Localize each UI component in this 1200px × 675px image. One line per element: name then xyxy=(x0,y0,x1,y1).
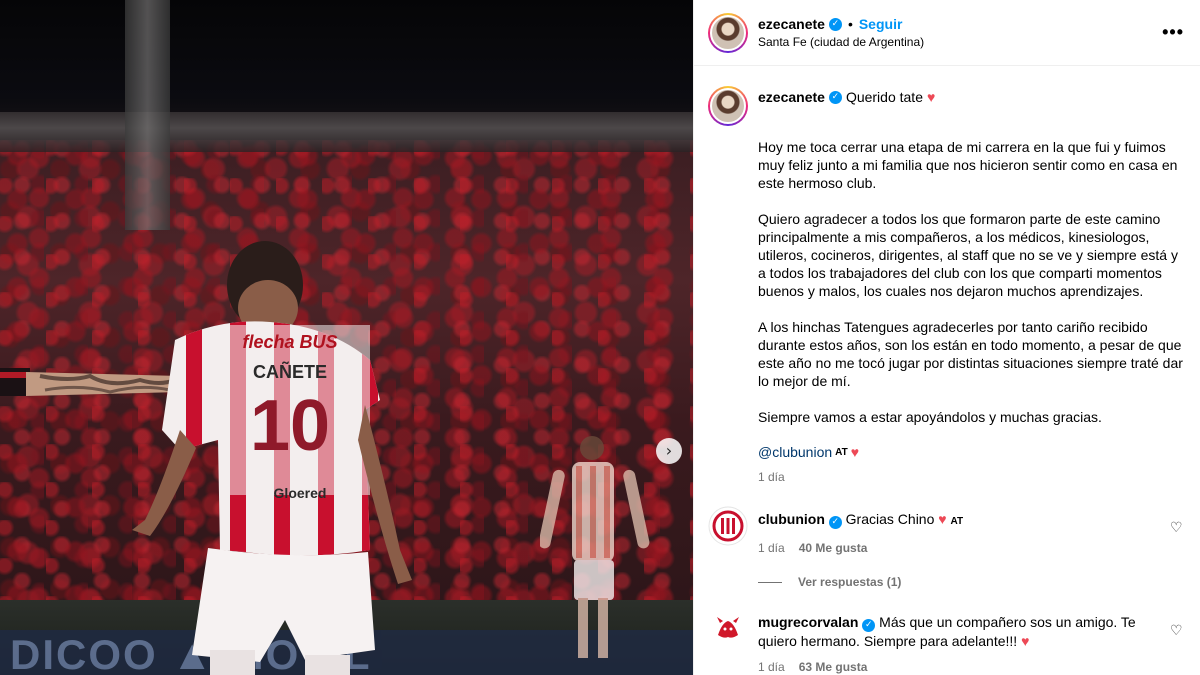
comment-likes[interactable]: 63 Me gusta xyxy=(799,660,868,674)
instagram-post-modal: DICOO ▲ MOVIL flecha BUS CAÑETE 10 Gloer… xyxy=(0,0,1200,675)
heart-emoji-icon: ♥ xyxy=(927,89,936,105)
comment-meta: 1 día 63 Me gusta xyxy=(758,660,1170,674)
jersey-number-text: 10 xyxy=(250,386,330,466)
author-avatar-image xyxy=(710,14,746,51)
heart-emoji-icon: ♥ xyxy=(1021,632,1030,649)
carousel-next-button[interactable]: › xyxy=(656,438,682,464)
comment-body: clubunion ✓ Gracias Chino ♥ AT 1 día 40 … xyxy=(758,506,1170,555)
verified-badge-icon: ✓ xyxy=(828,90,842,104)
caption-username[interactable]: ezecanete xyxy=(758,89,825,105)
like-heart-icon[interactable]: ♡ xyxy=(1170,520,1184,555)
caption-paragraph-3: A los hinchas Tatengues agradecerles por… xyxy=(758,319,1183,389)
commenter-username[interactable]: clubunion xyxy=(758,511,825,527)
verified-badge-icon: ✓ xyxy=(828,17,842,31)
author-row: ezecanete ✓ • Seguir xyxy=(758,16,1162,32)
like-heart-icon[interactable]: ♡ xyxy=(1170,623,1184,674)
comment-item: mugrecorvalan ✓ Más que un compañero sos… xyxy=(708,609,1184,674)
post-comments-area: ezecanete ✓ Querido tate ♥ Hoy me toca c… xyxy=(694,66,1200,674)
caption-paragraph-2: Quiero agradecer a todos los que formaro… xyxy=(758,211,1178,299)
post-details-panel: ezecanete ✓ • Seguir Santa Fe (ciudad de… xyxy=(693,0,1200,675)
replies-divider-line xyxy=(758,581,782,583)
caption-paragraph-4: Siempre vamos a estar apoyándolos y much… xyxy=(758,409,1102,425)
post-location[interactable]: Santa Fe (ciudad de Argentina) xyxy=(758,35,1162,49)
photo-background-player xyxy=(540,436,650,658)
author-username[interactable]: ezecanete xyxy=(758,16,825,32)
comment-text: Gracias Chino xyxy=(845,511,935,527)
commenter-avatar[interactable] xyxy=(708,506,748,546)
caption-head-row: ezecanete ✓ Querido tate ♥ xyxy=(758,89,1184,105)
caption-intro: Querido tate xyxy=(845,89,923,105)
comment-text-row: clubunion ✓ Gracias Chino ♥ AT xyxy=(758,510,1170,531)
post-header: ezecanete ✓ • Seguir Santa Fe (ciudad de… xyxy=(694,0,1200,66)
photo-pillar xyxy=(125,0,170,230)
photo-stadium-roof xyxy=(0,112,693,152)
devil-logo-icon xyxy=(709,610,747,648)
club-union-logo-icon xyxy=(708,506,748,546)
comment-time[interactable]: 1 día xyxy=(758,541,785,555)
chevron-right-icon: › xyxy=(665,441,673,460)
follow-button[interactable]: Seguir xyxy=(859,16,903,32)
heart-emoji-icon: ♥ xyxy=(938,511,947,527)
commenter-avatar[interactable] xyxy=(708,609,748,649)
comment-meta: 1 día 40 Me gusta xyxy=(758,541,1170,555)
view-replies-label: Ver respuestas (1) xyxy=(798,575,902,589)
jersey-sponsor-text: flecha BUS xyxy=(242,332,337,352)
verified-badge-icon: ✓ xyxy=(828,515,842,529)
at-flag-icon: AT xyxy=(835,446,848,458)
comment-item: clubunion ✓ Gracias Chino ♥ AT 1 día 40 … xyxy=(708,506,1184,555)
jersey-name-text: CAÑETE xyxy=(253,361,327,382)
heart-emoji-icon: ♥ xyxy=(850,444,860,460)
caption-author-avatar-image xyxy=(710,88,746,124)
view-replies-button[interactable]: Ver respuestas (1) xyxy=(758,575,1184,589)
mention-link[interactable]: @clubunion xyxy=(758,444,832,460)
comment-likes[interactable]: 40 Me gusta xyxy=(799,541,868,555)
photo-main-player: flecha BUS CAÑETE 10 Gloered xyxy=(132,241,412,675)
caption-row: ezecanete ✓ Querido tate ♥ xyxy=(708,86,1184,126)
caption-mention-line: @clubunion AT ♥ xyxy=(758,444,1184,460)
separator-dot: • xyxy=(847,16,853,32)
caption-author-avatar[interactable] xyxy=(708,86,748,126)
comment-text-row: mugrecorvalan ✓ Más que un compañero sos… xyxy=(758,613,1170,650)
post-photo: DICOO ▲ MOVIL flecha BUS CAÑETE 10 Gloer… xyxy=(0,0,693,675)
more-options-icon[interactable]: ••• xyxy=(1162,22,1184,43)
caption-timestamp[interactable]: 1 día xyxy=(758,470,1184,484)
at-flag-icon: AT xyxy=(950,516,964,527)
commenter-username[interactable]: mugrecorvalan xyxy=(758,614,858,630)
jersey-front-text: Gloered xyxy=(274,485,327,501)
comment-time[interactable]: 1 día xyxy=(758,660,785,674)
author-avatar[interactable] xyxy=(708,12,748,53)
caption-head: ezecanete ✓ Querido tate ♥ xyxy=(758,86,1184,126)
caption-paragraph-1: Hoy me toca cerrar una etapa de mi carre… xyxy=(758,139,1178,191)
author-meta: ezecanete ✓ • Seguir Santa Fe (ciudad de… xyxy=(758,16,1162,49)
verified-badge-icon: ✓ xyxy=(862,618,876,632)
comment-body: mugrecorvalan ✓ Más que un compañero sos… xyxy=(758,609,1170,674)
